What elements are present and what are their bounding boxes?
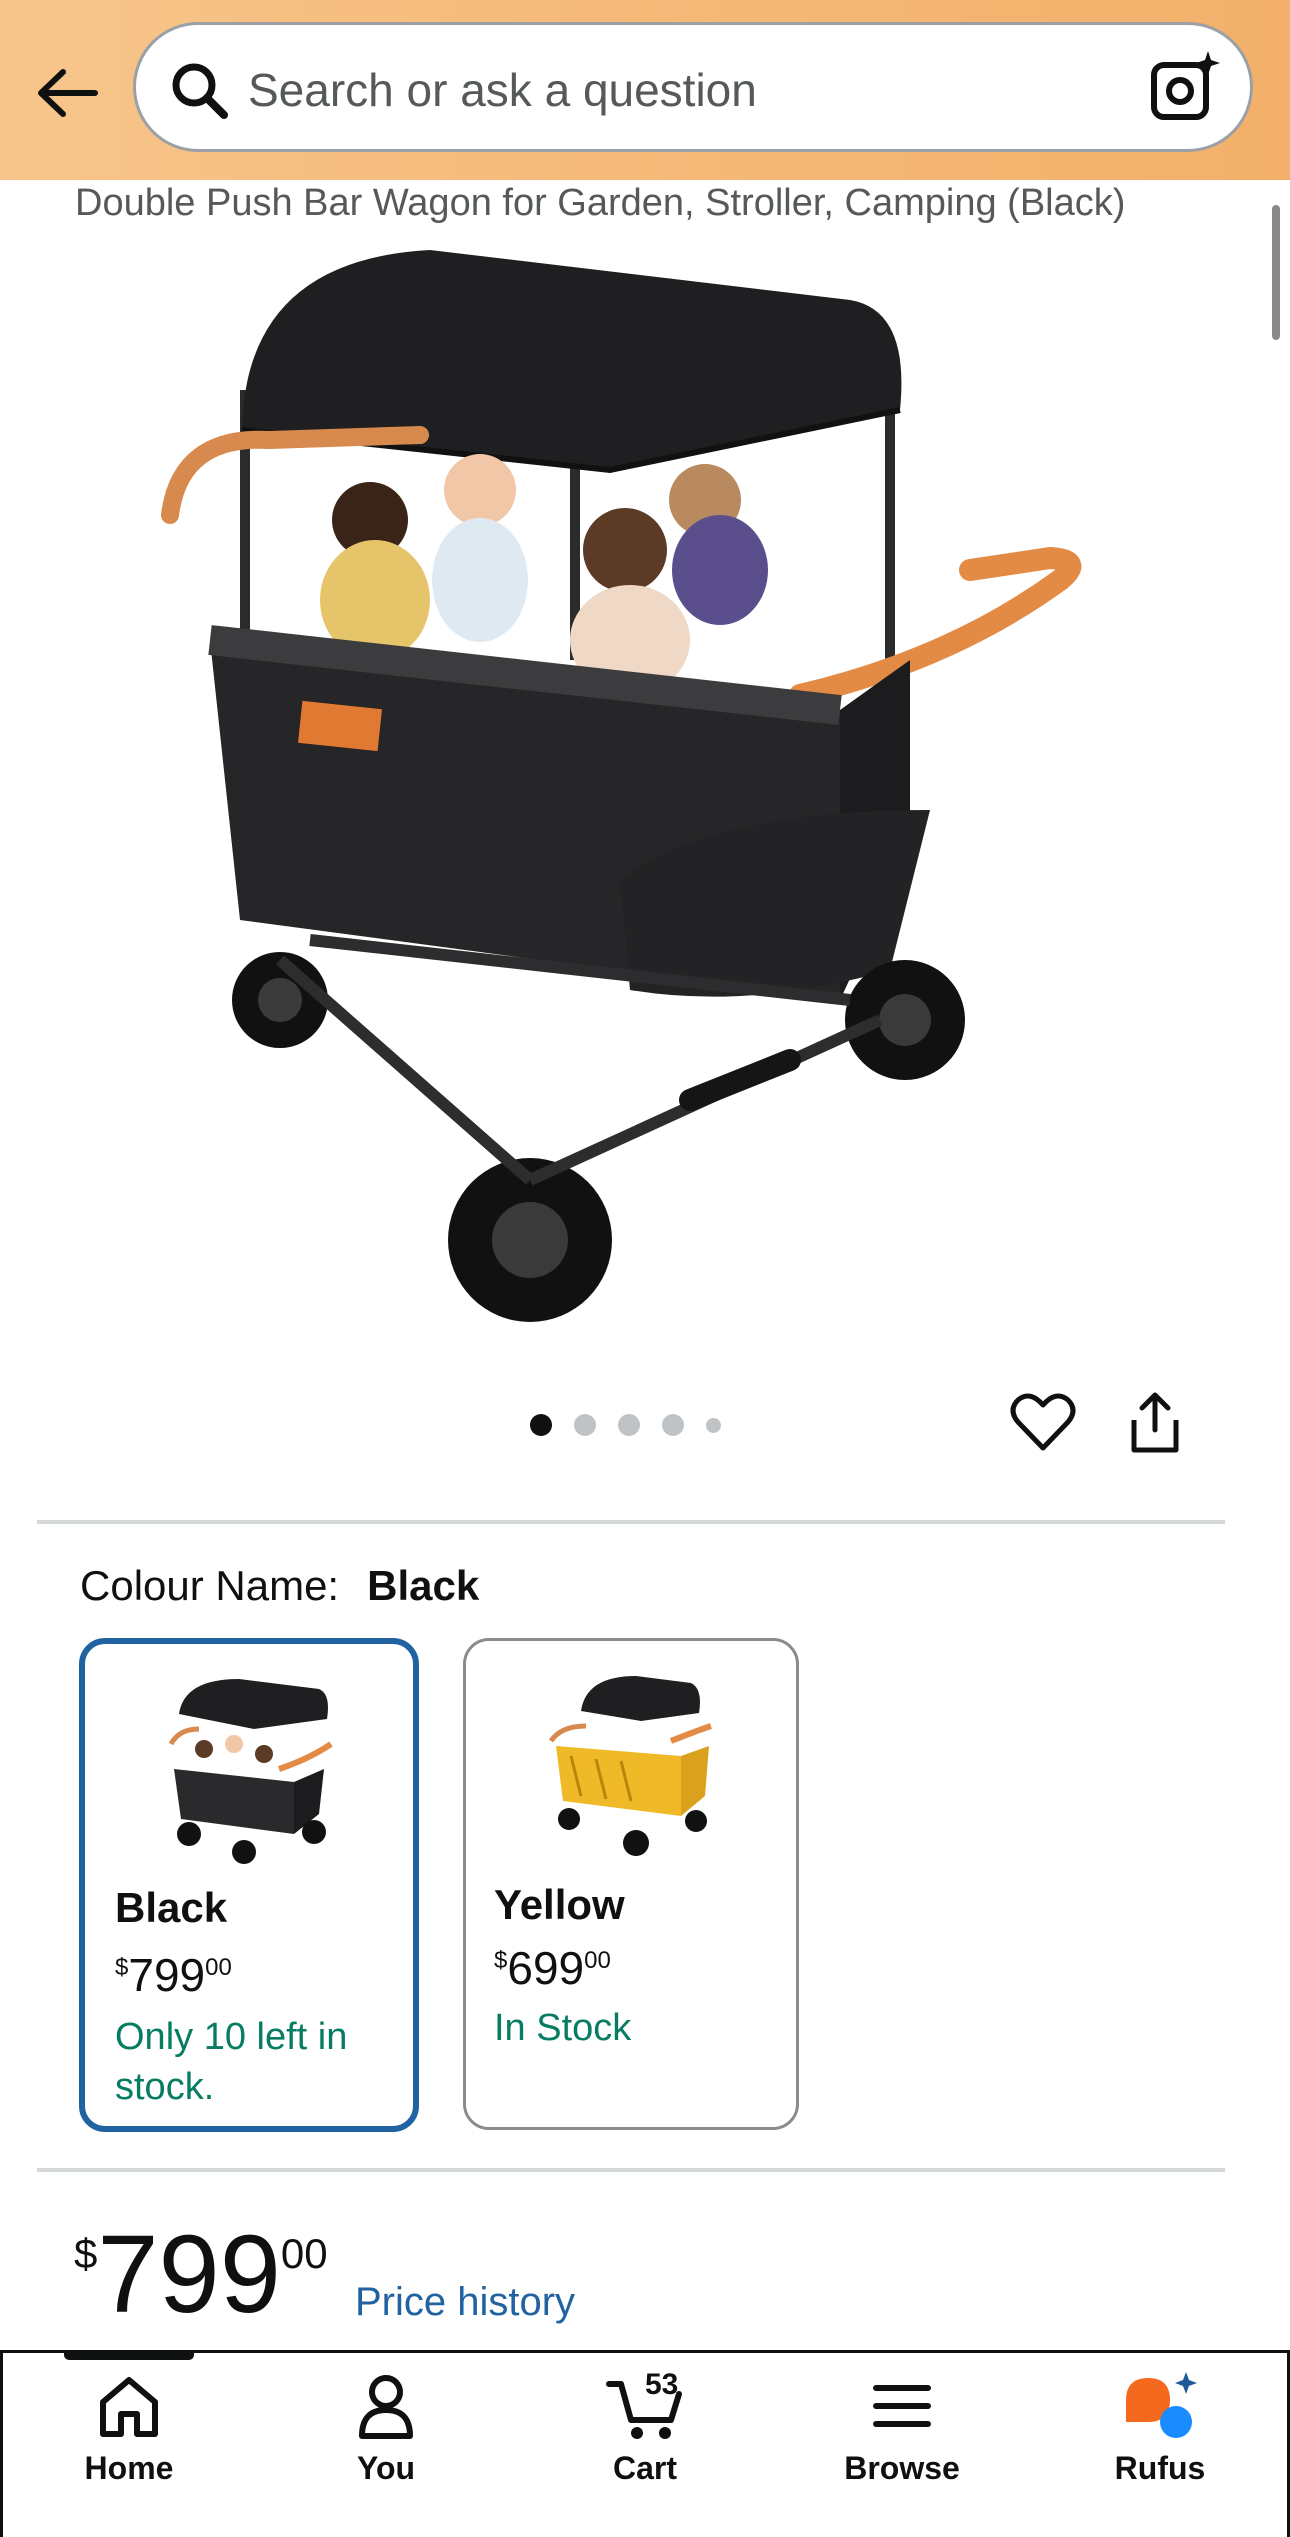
image-carousel-dots[interactable] bbox=[530, 1412, 721, 1438]
share-icon[interactable] bbox=[1122, 1390, 1188, 1456]
nav-cart[interactable]: 53 Cart bbox=[545, 2368, 745, 2520]
scrollbar[interactable] bbox=[1272, 205, 1280, 340]
back-arrow-icon bbox=[37, 68, 98, 117]
rufus-icon bbox=[1126, 2372, 1197, 2438]
nav-label: Browse bbox=[844, 2450, 960, 2486]
black-wagon-thumbnail bbox=[168, 1679, 333, 1864]
swatch-price: $79900 bbox=[115, 1949, 232, 2001]
colour-option-yellow[interactable]: Yellow $69900 In Stock bbox=[463, 1638, 799, 2130]
swatch-name: Black bbox=[115, 1884, 228, 1931]
active-tab-indicator bbox=[64, 2350, 194, 2360]
price-history-link[interactable]: Price history bbox=[355, 2280, 575, 2325]
colour-option-black[interactable]: Black $79900 Only 10 left in stock. bbox=[79, 1638, 419, 2132]
home-icon bbox=[100, 2377, 158, 2437]
colour-label: Colour Name: bbox=[80, 1562, 340, 1609]
nav-rufus[interactable]: Rufus bbox=[1060, 2370, 1260, 2520]
nav-browse[interactable]: Browse bbox=[802, 2370, 1002, 2520]
swatch-price: $69900 bbox=[494, 1942, 611, 1994]
back-button[interactable] bbox=[30, 55, 105, 130]
carousel-dot[interactable] bbox=[706, 1417, 721, 1433]
swatch-stock-status: Only 10 left in stock. bbox=[115, 2016, 348, 2108]
swatch-stock-status: In Stock bbox=[494, 2007, 632, 2049]
nav-you[interactable]: You bbox=[286, 2370, 486, 2520]
colour-selected-value: Black bbox=[367, 1562, 480, 1609]
search-icon bbox=[172, 63, 228, 119]
search-bar[interactable]: Search or ask a question bbox=[133, 22, 1253, 152]
nav-label: Cart bbox=[612, 2450, 677, 2486]
menu-icon bbox=[873, 2385, 931, 2427]
person-icon bbox=[359, 2375, 413, 2439]
product-price: $79900 bbox=[74, 2213, 328, 2336]
product-page: Search or ask a question Double Push Bar… bbox=[0, 0, 1290, 2537]
section-divider bbox=[37, 2168, 1225, 2172]
nav-label: Home bbox=[84, 2450, 174, 2486]
product-image[interactable] bbox=[150, 240, 1110, 1330]
colour-name-row: Colour Name: Black bbox=[80, 1562, 479, 1610]
product-title[interactable]: Double Push Bar Wagon for Garden, Stroll… bbox=[75, 182, 1125, 225]
carousel-dot[interactable] bbox=[618, 1414, 640, 1436]
section-divider bbox=[37, 1520, 1225, 1524]
swatch-name: Yellow bbox=[494, 1881, 625, 1928]
yellow-wagon-thumbnail bbox=[548, 1676, 712, 1856]
carousel-dot[interactable] bbox=[574, 1414, 596, 1436]
nav-home[interactable]: Home bbox=[29, 2370, 229, 2520]
carousel-dot[interactable] bbox=[662, 1414, 684, 1436]
heart-icon[interactable] bbox=[1010, 1390, 1076, 1456]
camera-search-icon[interactable] bbox=[1146, 49, 1226, 129]
top-header: Search or ask a question bbox=[0, 0, 1290, 180]
nav-label: Rufus bbox=[1114, 2450, 1206, 2486]
search-input[interactable]: Search or ask a question bbox=[248, 63, 757, 117]
cart-count-badge: 53 bbox=[645, 2368, 679, 2401]
carousel-dot[interactable] bbox=[530, 1414, 552, 1436]
nav-label: You bbox=[356, 2450, 416, 2486]
